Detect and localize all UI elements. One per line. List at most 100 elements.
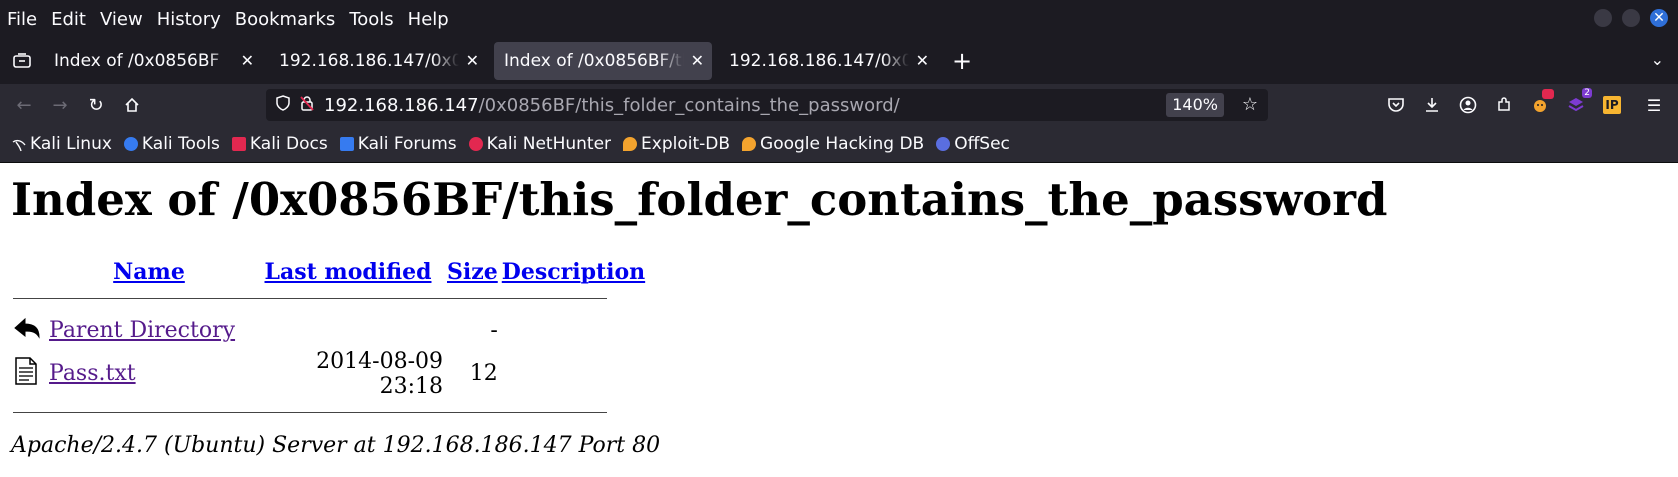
bookmark-star-icon[interactable]: ☆ bbox=[1242, 94, 1258, 115]
bookmark-label: Kali Linux bbox=[30, 134, 112, 154]
close-tab-icon[interactable]: ✕ bbox=[466, 51, 479, 70]
reload-icon[interactable]: ↻ bbox=[78, 87, 114, 123]
zoom-level-button[interactable]: 140% bbox=[1166, 93, 1224, 117]
bookmark-kali-linux[interactable]: Kali Linux bbox=[12, 134, 112, 154]
extension-badge-icon bbox=[1542, 89, 1554, 99]
close-tab-icon[interactable]: ✕ bbox=[241, 51, 254, 70]
tracking-protection-shield-icon[interactable] bbox=[276, 95, 290, 115]
extension-fox-icon[interactable] bbox=[1528, 89, 1554, 117]
menu-tools[interactable]: Tools bbox=[342, 9, 400, 30]
icon-cell bbox=[11, 313, 47, 349]
separator-row bbox=[11, 285, 647, 313]
maximize-button[interactable] bbox=[1622, 9, 1640, 27]
page-title: Index of /0x0856BF/this_folder_contains_… bbox=[11, 173, 1388, 226]
separator-line bbox=[13, 298, 607, 299]
forward-icon[interactable]: → bbox=[42, 87, 78, 123]
bookmark-label: Google Hacking DB bbox=[760, 134, 925, 154]
pass-txt-link[interactable]: Pass.txt bbox=[49, 361, 136, 386]
bookmark-offsec[interactable]: OffSec bbox=[936, 134, 1010, 154]
menu-file[interactable]: File bbox=[0, 9, 44, 30]
table-row: Pass.txt 2014-08-09 23:18 12 bbox=[11, 349, 647, 399]
bookmark-google-hacking-db[interactable]: Google Hacking DB bbox=[742, 134, 924, 154]
bookmark-exploit-db[interactable]: Exploit-DB bbox=[623, 134, 730, 154]
menu-view[interactable]: View bbox=[93, 9, 150, 30]
bookmark-label: Exploit-DB bbox=[641, 134, 731, 154]
size-column-header: Size bbox=[445, 259, 500, 285]
tab-2[interactable]: 192.168.186.147/0x0856BF ✕ bbox=[269, 42, 487, 80]
extension-ip-icon[interactable]: IP bbox=[1600, 93, 1624, 117]
bookmark-kali-tools[interactable]: Kali Tools bbox=[123, 134, 220, 154]
back-icon bbox=[14, 317, 40, 339]
tab-title: Index of /0x0856BF/this_folder_contains_… bbox=[504, 51, 684, 71]
sort-by-name-link[interactable]: Name bbox=[113, 259, 185, 285]
sort-by-modified-link[interactable]: Last modified bbox=[265, 259, 432, 285]
sort-by-description-link[interactable]: Description bbox=[502, 259, 645, 285]
nav-bar: ← → ↻ 192.168.186.147/0x0856BF/this_fold… bbox=[0, 84, 1678, 126]
sort-by-size-link[interactable]: Size bbox=[447, 259, 498, 285]
new-tab-icon[interactable]: + bbox=[952, 47, 972, 75]
separator-cell bbox=[11, 285, 647, 313]
account-icon[interactable] bbox=[1456, 93, 1480, 117]
chevron-down-icon[interactable]: ⌄ bbox=[1651, 50, 1664, 69]
separator-cell bbox=[11, 399, 647, 427]
size-cell: 12 bbox=[469, 361, 498, 386]
table-row: Parent Directory - bbox=[11, 313, 647, 349]
tab-3-active[interactable]: Index of /0x0856BF/this_folder_contains_… bbox=[494, 42, 712, 80]
bookmark-label: OffSec bbox=[954, 134, 1010, 154]
separator-row bbox=[11, 399, 647, 427]
icon-cell bbox=[11, 349, 47, 399]
modified-cell: 2014-08-09 23:18 bbox=[316, 348, 443, 399]
extensions-icon[interactable] bbox=[1492, 93, 1516, 117]
directory-listing-table: Name Last modified Size Description Pare… bbox=[11, 259, 647, 427]
bookmark-kali-forums[interactable]: Kali Forums bbox=[339, 134, 457, 154]
bookmark-kali-nethunter[interactable]: Kali NetHunter bbox=[468, 134, 612, 154]
bookmark-label: Kali NetHunter bbox=[486, 134, 612, 154]
menu-bar: File Edit View History Bookmarks Tools H… bbox=[0, 0, 1678, 38]
url-bar[interactable]: 192.168.186.147/0x0856BF/this_folder_con… bbox=[266, 89, 1268, 121]
menu-history[interactable]: History bbox=[150, 9, 228, 30]
home-icon[interactable] bbox=[114, 87, 150, 123]
tab-1[interactable]: Index of /0x0856BF ✕ bbox=[44, 42, 262, 80]
bookmark-kali-docs[interactable]: Kali Docs bbox=[231, 134, 328, 154]
hamburger-menu-icon[interactable]: ☰ bbox=[1642, 93, 1666, 117]
tab-title: 192.168.186.147/0x0856BF bbox=[729, 51, 909, 71]
text-file-icon bbox=[15, 356, 37, 385]
url-path: /0x0856BF/this_folder_contains_the_passw… bbox=[478, 94, 900, 116]
tab-bar: Index of /0x0856BF ✕ 192.168.186.147/0x0… bbox=[0, 38, 1678, 84]
tab-list-icon[interactable] bbox=[0, 38, 44, 84]
close-tab-icon[interactable]: ✕ bbox=[916, 51, 929, 70]
downloads-icon[interactable] bbox=[1420, 93, 1444, 117]
url-text[interactable]: 192.168.186.147/0x0856BF/this_folder_con… bbox=[324, 95, 900, 116]
tab-4[interactable]: 192.168.186.147/0x0856BF ✕ bbox=[719, 42, 937, 80]
pocket-icon[interactable] bbox=[1384, 93, 1408, 117]
menu-bookmarks[interactable]: Bookmarks bbox=[228, 9, 343, 30]
table-header-row: Name Last modified Size Description bbox=[11, 259, 647, 285]
extension-purple-icon[interactable]: 2 bbox=[1564, 88, 1592, 117]
window-controls: ✕ bbox=[1594, 9, 1668, 27]
separator-line bbox=[13, 412, 607, 413]
menu-help[interactable]: Help bbox=[401, 9, 456, 30]
modified-cell bbox=[251, 313, 445, 349]
toolbar-icons: 2 IP ☰ bbox=[1384, 84, 1666, 126]
menu-edit[interactable]: Edit bbox=[44, 9, 93, 30]
exploit-db-icon bbox=[623, 137, 638, 151]
kali-dragon-icon bbox=[12, 137, 26, 152]
url-host: 192.168.186.147 bbox=[324, 94, 479, 116]
insecure-lock-icon[interactable] bbox=[300, 95, 314, 115]
bookmark-label: Kali Tools bbox=[141, 134, 220, 154]
close-window-button[interactable]: ✕ bbox=[1650, 9, 1668, 27]
close-tab-icon[interactable]: ✕ bbox=[691, 51, 704, 70]
description-cell bbox=[500, 349, 647, 399]
parent-directory-link[interactable]: Parent Directory bbox=[49, 318, 235, 343]
kali-forums-icon bbox=[339, 137, 354, 151]
kali-tools-icon bbox=[123, 137, 138, 151]
description-column-header: Description bbox=[500, 259, 647, 285]
minimize-button[interactable] bbox=[1594, 9, 1612, 27]
kali-nethunter-icon bbox=[468, 137, 483, 151]
ip-icon: IP bbox=[1603, 96, 1621, 114]
back-icon[interactable]: ← bbox=[6, 87, 42, 123]
name-cell: Pass.txt bbox=[47, 349, 251, 399]
size-cell: - bbox=[490, 318, 498, 343]
ghdb-icon bbox=[742, 137, 757, 151]
tab-title: Index of /0x0856BF bbox=[54, 51, 220, 71]
